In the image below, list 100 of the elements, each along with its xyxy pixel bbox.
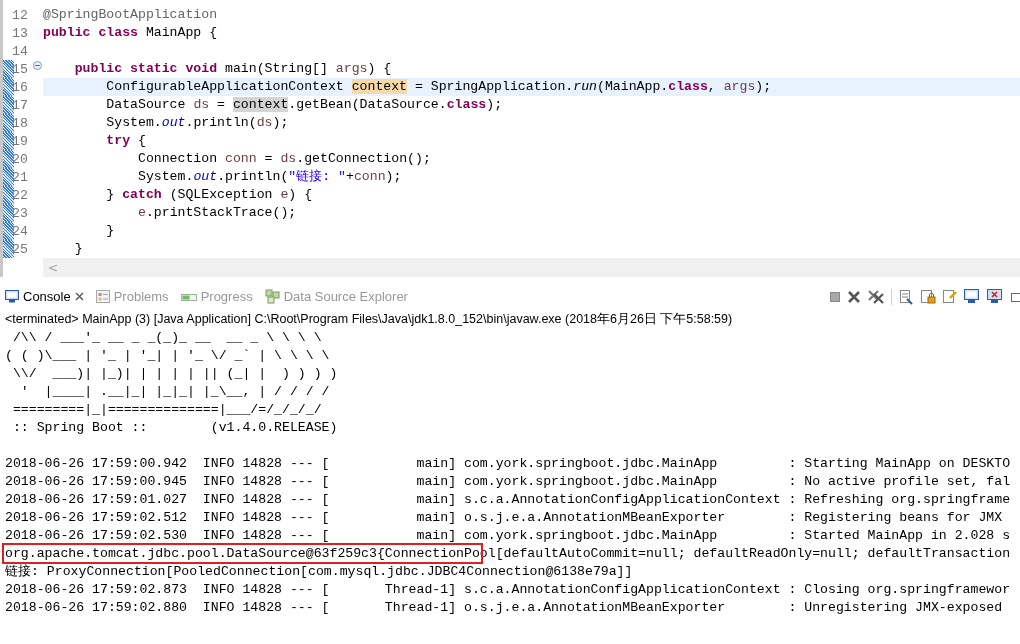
code-text: + (346, 169, 354, 184)
code-text: = (263, 151, 274, 166)
code-text: ConfigurableApplicationContext (105, 79, 345, 94)
code-text: { (136, 133, 146, 148)
document-icon[interactable] (898, 288, 914, 305)
log-text: 2018-06-26 17:59:02.512 INFO 14828 --- [ main] o.s.j.e.a.AnnotationMBeanExporter : Registering beans for JMX (5, 510, 1003, 525)
progress-icon (180, 291, 197, 302)
line-number: 14 (12, 43, 28, 59)
log-text: 2018-06-26 17:59:02.880 INFO 14828 --- [ Thread-1] o.s.j.e.a.AnnotationMBeanExporter : Unregistering JMX-exposed (5, 600, 1003, 615)
log-text: 链接: ProxyConnection[PooledConnection[com.mysql.jdbc.JDBC4Connection@6138e79a]] (5, 564, 633, 579)
collapse-icon[interactable] (33, 61, 42, 70)
line-number: 19 (12, 133, 28, 149)
view-tab[interactable]: Data Source Explorer (259, 286, 413, 307)
banner-line: ( ( )\___ | '_ | '_| | '_ \/ _` | \ \ \ \ (5, 347, 331, 365)
remove-all-icon[interactable] (867, 288, 885, 305)
code-text: System. (136, 169, 194, 184)
string-literal: "链接: " (288, 169, 346, 184)
code-text: ); (486, 97, 503, 112)
code-text: ); (385, 169, 402, 184)
line-number: 15 (12, 61, 28, 77)
view-tab[interactable]: Console (0, 286, 89, 307)
monitor-icon[interactable] (964, 288, 981, 305)
monitor-icon (5, 290, 19, 303)
keyword: try (105, 133, 131, 148)
banner-line: ' |____| .__|_| |_|_| |_\__, | / / / / (19, 383, 331, 401)
method-name: run (573, 79, 597, 94)
line-number: 24 (12, 223, 28, 239)
code-text: ); (272, 115, 289, 130)
line-number: 25 (12, 241, 28, 257)
code-text: ) { (367, 61, 392, 76)
line-number: 22 (12, 187, 28, 203)
line-number: 16 (12, 79, 28, 95)
banner-line: \\/ ___)| |_)| | | | | || (_| | ) ) ) ) (11, 365, 339, 383)
variable-name: conn (353, 169, 386, 184)
highlighted-occurrence: context (351, 79, 408, 94)
keyword: public class (43, 25, 138, 40)
log-text: 2018-06-26 17:59:00.942 INFO 14828 --- [ main] com.york.springboot.jdbc.MainApp : Starting MainApp on DESKTO (5, 456, 1011, 471)
code-text: .println( (217, 169, 289, 184)
variable-name: args (335, 61, 368, 76)
code-text: (SQLException (168, 187, 274, 202)
view-tab[interactable]: Problems (90, 286, 174, 307)
horizontal-scrollbar[interactable]: < (43, 258, 1020, 277)
log-text: 2018-06-26 17:59:02.530 INFO 14828 --- [ main] com.york.springboot.jdbc.MainApp : Started MainApp in 2.028 s (5, 528, 1011, 543)
log-text: 2018-06-26 17:59:02.873 INFO 14828 --- [ Thread-1] s.c.a.AnnotationConfigApplicationContext : Closing org.springframewor (5, 582, 1011, 597)
variable-name: e (280, 187, 289, 202)
code-text: .printStackTrace(); (145, 205, 297, 220)
code-text: ) { (288, 187, 313, 202)
field-name: out (193, 169, 218, 184)
variable-name: ds (193, 97, 210, 112)
line-number: 21 (12, 169, 28, 185)
line-number: 18 (12, 115, 28, 131)
code-text: } (105, 223, 115, 238)
variable-name: e (136, 205, 146, 220)
banner-line: /\\ / ___'_ __ _ _(_)_ __ __ _ \ \ \ \ (11, 329, 323, 347)
log-text: 2018-06-26 17:59:00.945 INFO 14828 --- [ main] com.york.springboot.jdbc.MainApp : No active profile set, fal (5, 474, 1011, 489)
keyword: catch (122, 187, 162, 202)
code-text: (MainApp. (597, 79, 669, 94)
code-text: ); (755, 79, 772, 94)
line-number: 20 (12, 151, 28, 167)
code-text: = (216, 97, 227, 112)
code-text: main(String[] (224, 61, 329, 76)
code-text: System. (105, 115, 162, 130)
lock-document-icon[interactable] (920, 288, 936, 305)
code-text: } (73, 241, 83, 256)
code-text: .getBean(DataSource. (288, 97, 447, 112)
remove-icon[interactable] (847, 289, 861, 304)
keyword: public static void (73, 61, 218, 76)
log-text: 2018-06-26 17:59:01.027 INFO 14828 --- [ main] s.c.a.AnnotationConfigApplicationContext : Refreshing org.springframe (5, 492, 1011, 507)
variable-name: args (723, 79, 756, 94)
banner-line: :: Spring Boot :: (v1.4.0.RELEASE) (11, 419, 339, 437)
keyword: class (446, 97, 487, 112)
process-status: <terminated> MainApp (3) [Java Application] C:\Root\Program Files\Java\jdk1.8.0_152\bin\javaw.exe (2018年6月26日 下午5:58:59) (4, 311, 734, 328)
highlighted-log-text: org.apache.tomcat.jdbc.pool.DataSource@63f259c3{ConnectionPo (5, 546, 480, 561)
list-icon (95, 290, 110, 303)
scroll-left-button[interactable]: < (43, 260, 59, 275)
view-tab[interactable]: Progress (175, 286, 258, 307)
line-number: 12 (12, 7, 28, 23)
variable-name: ds (256, 115, 273, 130)
highlighted-occurrence: context (232, 97, 289, 112)
field-name: out (161, 115, 186, 130)
database-icon (264, 289, 280, 304)
code-text: = SpringApplication. (413, 79, 574, 94)
line-number: 23 (12, 205, 28, 221)
line-number: 17 (12, 97, 28, 113)
annotation: @SpringBootApplication (43, 7, 218, 22)
variable-name: conn (225, 151, 257, 166)
close-icon[interactable] (74, 292, 84, 301)
code-text: .println( (185, 115, 257, 130)
keyword: class (668, 79, 708, 94)
stop-icon[interactable] (829, 290, 841, 303)
line-number: 13 (12, 25, 28, 41)
code-editor[interactable] (0, 0, 1020, 277)
code-text: Connection (136, 151, 219, 166)
banner-line: =========|_|==============|___/=/_/_/_/ (11, 401, 323, 419)
variable-name: ds (280, 151, 297, 166)
code-text: MainApp { (144, 25, 218, 40)
code-text: DataSource (105, 97, 187, 112)
code-text: .getConnection(); (296, 151, 431, 166)
code-text: , (707, 79, 717, 94)
monitor-icon[interactable] (987, 288, 1004, 305)
